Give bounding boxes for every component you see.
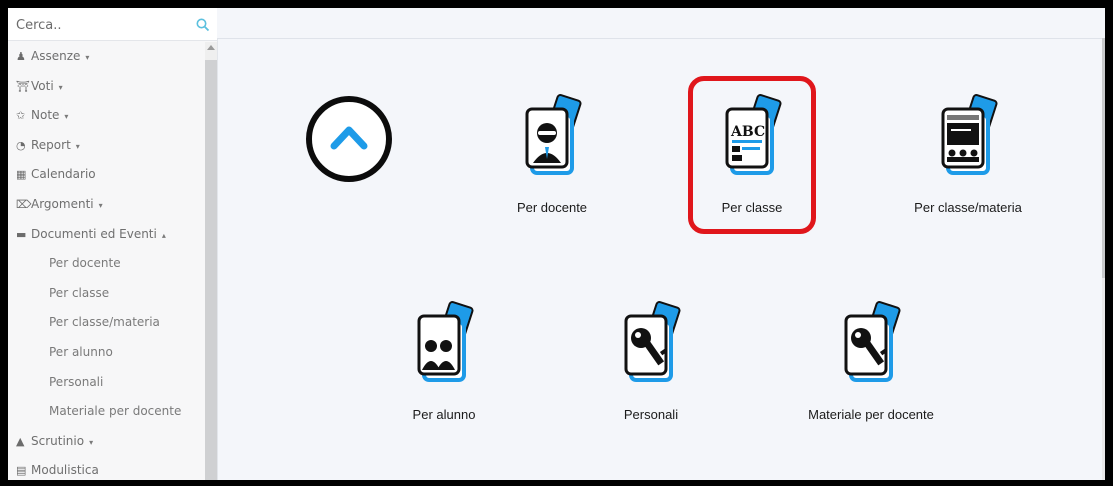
sidebar-subitem-per-alunno[interactable]: Per alunno — [8, 338, 205, 368]
pie-chart-icon: ◔ — [16, 138, 26, 152]
sidebar-item-label: Note — [31, 108, 60, 123]
svg-text:ABC: ABC — [730, 124, 765, 140]
search-input[interactable] — [14, 14, 188, 36]
search-icon[interactable] — [196, 18, 210, 32]
sidebar-item-label: Voti — [31, 78, 54, 93]
sidebar-item-label: Calendario — [31, 167, 96, 182]
key-document-icon — [844, 301, 901, 382]
sidebar-subitem-per-classe[interactable]: Per classe — [8, 279, 205, 309]
sidebar-item-label: Argomenti — [31, 196, 94, 211]
teacher-document-icon — [525, 94, 582, 175]
sidebar-subitem-personali[interactable]: Personali — [8, 368, 205, 398]
scroll-up-arrow-icon[interactable] — [207, 45, 215, 50]
sidebar-item-label: Assenze — [31, 49, 81, 63]
graduation-cap-icon: ▲ — [16, 434, 25, 448]
tile-per-classe-materia[interactable]: Per classe/materia — [888, 93, 1048, 243]
sidebar-item-scrutinio[interactable]: ▲ Scrutinio ▾ — [8, 427, 205, 457]
briefcase-icon: ▤ — [16, 464, 27, 478]
student-document-icon — [417, 301, 474, 382]
sidebar-item-note[interactable]: ✩ Note ▾ — [8, 101, 205, 131]
tile-label: Personali — [623, 407, 679, 422]
user-icon: ♟ — [16, 50, 26, 63]
pin-icon: ✩ — [16, 109, 26, 123]
sidebar-item-assenze[interactable]: ♟ Assenze ▾ — [8, 42, 205, 72]
bank-icon: ⛩ — [16, 79, 30, 93]
top-bar — [217, 8, 1105, 39]
sidebar-item-voti[interactable]: ⛩Voti ▾ — [8, 72, 205, 102]
search-bar — [8, 8, 217, 41]
tile-label: Per classe/materia — [914, 200, 1022, 215]
sidebar-subitem-materiale-per-docente[interactable]: Materiale per docente — [8, 397, 205, 427]
back-up-button[interactable] — [306, 96, 392, 182]
tile-per-classe[interactable]: ABC Per classe — [672, 93, 832, 243]
tile-label: Per classe — [721, 200, 783, 215]
archive-icon: ▬ — [16, 227, 27, 241]
tile-materiale-per-docente[interactable]: Materiale per docente — [781, 300, 961, 450]
sidebar-item-label: Modulistica — [31, 463, 99, 478]
sidebar: ♟ Assenze ▾ ⛩Voti ▾ ✩ Note ▾ ◔ Report ▾ ▦ Calend… — [8, 8, 218, 480]
class-subject-document-icon — [941, 94, 998, 175]
tile-personali[interactable]: Personali — [571, 300, 731, 450]
sidebar-item-label: Scrutinio — [31, 433, 85, 448]
sidebar-item-label: Documenti ed Eventi — [31, 226, 157, 241]
class-document-icon: ABC — [725, 94, 782, 175]
tile-per-docente[interactable]: Per docente — [472, 93, 632, 243]
sidebar-subitem-per-classe-materia[interactable]: Per classe/materia — [8, 308, 205, 338]
tile-per-alunno[interactable]: Per alunno — [364, 300, 524, 450]
caret-down-icon: ▾ — [58, 82, 63, 92]
main-scrollbar-thumb[interactable] — [1102, 38, 1105, 278]
chevron-up-icon — [330, 126, 368, 150]
tile-label: Per alunno — [412, 407, 476, 422]
calendar-icon: ▦ — [16, 168, 27, 182]
caret-down-icon: ▾ — [64, 112, 69, 122]
sidebar-item-argomenti[interactable]: ⌦Argomenti ▾ — [8, 190, 205, 220]
caret-up-icon: ▴ — [161, 230, 166, 240]
sidebar-item-documenti-eventi[interactable]: ▬ Documenti ed Eventi ▴ — [8, 220, 205, 250]
folder-open-icon: ⌦ — [16, 197, 32, 211]
key-document-icon — [624, 301, 681, 382]
caret-down-icon: ▾ — [85, 53, 90, 62]
tile-label: Per docente — [516, 200, 588, 215]
caret-down-icon: ▾ — [89, 437, 94, 447]
sidebar-item-calendario[interactable]: ▦ Calendario — [8, 160, 205, 190]
caret-down-icon: ▾ — [75, 141, 80, 151]
app-frame: ♟ Assenze ▾ ⛩Voti ▾ ✩ Note ▾ ◔ Report ▾ ▦ Calend… — [8, 8, 1105, 480]
sidebar-menu: ♟ Assenze ▾ ⛩Voti ▾ ✩ Note ▾ ◔ Report ▾ ▦ Calend… — [8, 42, 205, 480]
tile-label: Materiale per docente — [808, 407, 934, 422]
sidebar-item-report[interactable]: ◔ Report ▾ — [8, 131, 205, 161]
sidebar-item-modulistica[interactable]: ▤ Modulistica — [8, 456, 205, 480]
sidebar-subitem-per-docente[interactable]: Per docente — [8, 249, 205, 279]
caret-down-icon: ▾ — [98, 200, 103, 210]
sidebar-item-label: Report — [31, 137, 71, 152]
sidebar-scrollbar-thumb[interactable] — [205, 60, 217, 480]
